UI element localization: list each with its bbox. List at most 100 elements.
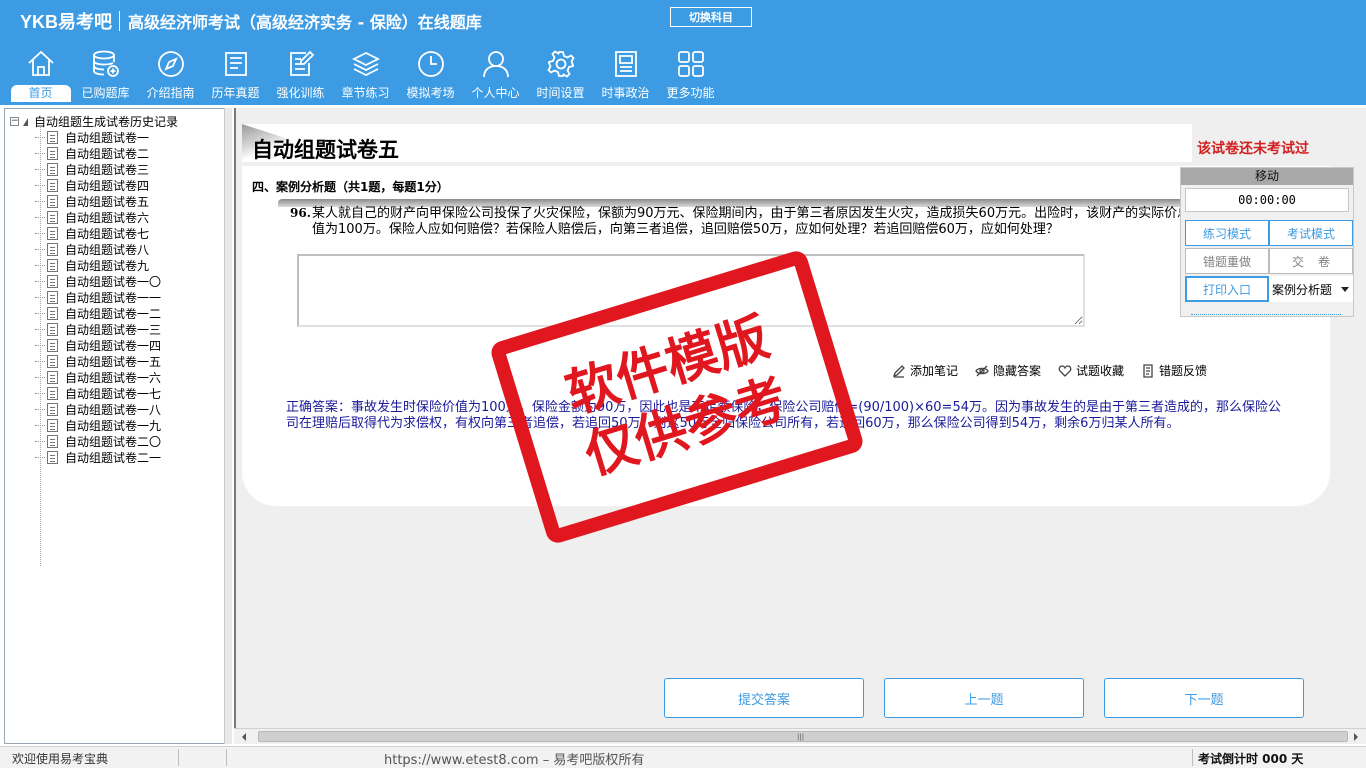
- document-icon: [47, 242, 58, 256]
- nav-time-settings[interactable]: 时间设置: [528, 48, 593, 104]
- document-icon: [47, 146, 58, 160]
- tree-item[interactable]: 自动组题试卷四: [35, 177, 161, 193]
- collapse-toggle-icon[interactable]: −: [10, 117, 19, 126]
- tree-item[interactable]: 自动组题试卷六: [35, 209, 161, 225]
- tree-item[interactable]: 自动组题试卷一八: [35, 401, 161, 417]
- tree-item-label: 自动组题试卷一五: [65, 354, 162, 369]
- tree-item[interactable]: 自动组题试卷三: [35, 161, 161, 177]
- tree-item[interactable]: 自动组题试卷一〇: [35, 273, 161, 289]
- action-label: 添加笔记: [910, 364, 959, 378]
- print-entry-button[interactable]: 打印入口: [1185, 276, 1269, 302]
- tree-item[interactable]: 自动组题试卷一: [35, 129, 161, 145]
- nav-home[interactable]: 首页: [8, 48, 73, 104]
- hide-answer-button[interactable]: 隐藏答案: [975, 362, 1041, 379]
- scroll-thumb[interactable]: |||: [258, 731, 1348, 742]
- tree-item-label: 自动组题试卷三: [65, 162, 150, 177]
- tree-item[interactable]: 自动组题试卷一三: [35, 321, 161, 337]
- answer-input[interactable]: [297, 254, 1085, 327]
- horizontal-scrollbar[interactable]: |||: [234, 728, 1366, 744]
- document-icon: [47, 338, 58, 352]
- tree-item-label: 自动组题试卷二: [65, 146, 150, 161]
- tree-item[interactable]: 自动组题试卷二一: [35, 449, 161, 465]
- tree-item-label: 自动组题试卷六: [65, 210, 150, 225]
- move-handle[interactable]: 移动: [1181, 168, 1353, 185]
- tree-item-label: 自动组题试卷一八: [65, 402, 162, 417]
- correct-answer: 正确答案：事故发生时保险价值为100万，保险金额为90万，因此也是不足额保险，保…: [286, 400, 1281, 431]
- tree-item-label: 自动组题试卷二一: [65, 450, 162, 465]
- tree-item-label: 自动组题试卷一三: [65, 322, 162, 337]
- tree-item[interactable]: 自动组题试卷二〇: [35, 433, 161, 449]
- nav-label: 模拟考场: [406, 86, 455, 100]
- feedback-icon: [1141, 363, 1155, 378]
- document-icon: [47, 386, 58, 400]
- welcome-text: 欢迎使用易考宝典: [12, 752, 109, 766]
- tree-connector: [35, 312, 45, 314]
- tree-item[interactable]: 自动组题试卷一九: [35, 417, 161, 433]
- tree-item[interactable]: 自动组题试卷七: [35, 225, 161, 241]
- document-icon: [47, 418, 58, 432]
- nav-more-functions[interactable]: 更多功能: [658, 48, 723, 104]
- document-icon: [47, 290, 58, 304]
- tree-item[interactable]: 自动组题试卷一一: [35, 289, 161, 305]
- tree-item[interactable]: 自动组题试卷八: [35, 241, 161, 257]
- submit-paper-button[interactable]: 交卷: [1269, 248, 1353, 274]
- tree-item[interactable]: 自动组题试卷一四: [35, 337, 161, 353]
- question-type-select[interactable]: 案例分析题: [1269, 276, 1353, 302]
- tree-item[interactable]: 自动组题试卷五: [35, 193, 161, 209]
- newspaper-icon: [610, 48, 642, 80]
- tree-item-label: 自动组题试卷二〇: [65, 434, 162, 449]
- nav-label: 章节练习: [341, 86, 390, 100]
- tree-root-label: 自动组题生成试卷历史记录: [34, 115, 179, 129]
- nav-label: 强化训练: [276, 86, 325, 100]
- tree-item[interactable]: 自动组题试卷九: [35, 257, 161, 273]
- tree-item[interactable]: 自动组题试卷一六: [35, 369, 161, 385]
- nav-past-exams[interactable]: 历年真题: [203, 48, 268, 104]
- document-icon: [47, 354, 58, 368]
- copyright-text: https://www.etest8.com – 易考吧版权所有: [384, 753, 645, 768]
- tree-item[interactable]: 自动组题试卷一五: [35, 353, 161, 369]
- error-feedback-button[interactable]: 错题反馈: [1141, 362, 1207, 379]
- tree-item[interactable]: 自动组题试卷二: [35, 145, 161, 161]
- document-icon: [47, 402, 58, 416]
- favorite-question-button[interactable]: 试题收藏: [1058, 362, 1124, 379]
- nav-purchased-banks[interactable]: 已购题库: [73, 48, 138, 104]
- tree-root[interactable]: − 自动组题生成试卷历史记录: [10, 113, 178, 130]
- tree-scrollbar[interactable]: [224, 108, 232, 744]
- tree-item-label: 自动组题试卷一四: [65, 338, 162, 353]
- nav-chapter-practice[interactable]: 章节练习: [333, 48, 398, 104]
- tree-item[interactable]: 自动组题试卷一七: [35, 385, 161, 401]
- redo-wrong-button[interactable]: 错题重做: [1185, 248, 1269, 274]
- action-label: 隐藏答案: [993, 364, 1042, 378]
- nav-guide[interactable]: 介绍指南: [138, 48, 203, 104]
- nav-personal-center[interactable]: 个人中心: [463, 48, 528, 104]
- tree-item-label: 自动组题试卷一一: [65, 290, 162, 305]
- tree-item-label: 自动组题试卷九: [65, 258, 150, 273]
- status-bar: 欢迎使用易考宝典 https://www.etest8.com – 易考吧版权所…: [0, 746, 1366, 768]
- previous-question-button[interactable]: 上一题: [884, 678, 1084, 718]
- tree-item-label: 自动组题试卷一七: [65, 386, 162, 401]
- action-label: 错题反馈: [1159, 364, 1208, 378]
- exam-mode-button[interactable]: 考试模式: [1269, 220, 1353, 246]
- add-note-button[interactable]: 添加笔记: [892, 362, 958, 379]
- scroll-left-icon[interactable]: [242, 733, 246, 741]
- next-question-button[interactable]: 下一题: [1104, 678, 1304, 718]
- nav-label: 更多功能: [666, 86, 715, 100]
- user-icon: [480, 48, 512, 80]
- grid-icon: [675, 48, 707, 80]
- document-icon: [47, 434, 58, 448]
- nav-label: 已购题库: [81, 86, 130, 100]
- switch-subject-button[interactable]: 切换科目: [670, 7, 752, 27]
- tree-item[interactable]: 自动组题试卷一二: [35, 305, 161, 321]
- document-icon: [47, 450, 58, 464]
- tree-connector: [35, 248, 45, 250]
- floating-control-panel: 移动 00:00:00 练习模式 考试模式 错题重做 交卷 打印入口 案例分析题: [1180, 167, 1354, 317]
- nav-mock-exam[interactable]: 模拟考场: [398, 48, 463, 104]
- scroll-right-icon[interactable]: [1354, 733, 1358, 741]
- exam-countdown: 考试倒计时 000 天: [1198, 752, 1304, 766]
- nav-current-affairs[interactable]: 时事政治: [593, 48, 658, 104]
- submit-answer-button[interactable]: 提交答案: [664, 678, 864, 718]
- practice-mode-button[interactable]: 练习模式: [1185, 220, 1269, 246]
- tree-item-label: 自动组题试卷一〇: [65, 274, 162, 289]
- panel-divider: [234, 108, 236, 744]
- nav-intensive-training[interactable]: 强化训练: [268, 48, 333, 104]
